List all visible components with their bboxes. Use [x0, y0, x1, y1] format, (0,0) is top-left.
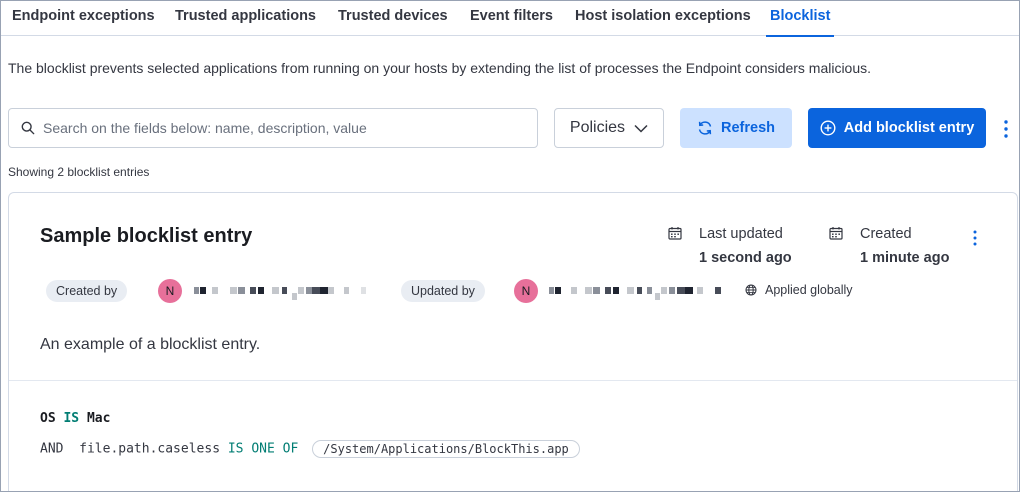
- and-keyword: AND: [40, 441, 64, 457]
- tab-endpoint-exceptions[interactable]: Endpoint exceptions: [12, 1, 155, 36]
- condition-path: AND file.path.caseless IS ONE OF /System…: [40, 440, 580, 458]
- updated-by-user-redacted: [549, 287, 724, 303]
- created-by-avatar: N: [158, 279, 182, 303]
- add-blocklist-entry-button[interactable]: Add blocklist entry: [808, 108, 986, 148]
- policies-dropdown[interactable]: Policies: [554, 108, 664, 148]
- tab-host-isolation-exceptions[interactable]: Host isolation exceptions: [575, 1, 751, 36]
- refresh-button[interactable]: Refresh: [680, 108, 792, 148]
- search-icon: [21, 121, 35, 135]
- policies-label: Policies: [569, 119, 626, 136]
- more-options-icon[interactable]: [999, 118, 1013, 140]
- results-count: Showing 2 blocklist entries: [8, 165, 150, 179]
- created-value: 1 minute ago: [860, 250, 950, 266]
- tab-trusted-devices[interactable]: Trusted devices: [338, 1, 448, 36]
- created-by-user-redacted: [194, 287, 369, 303]
- entry-actions-icon[interactable]: [968, 229, 982, 247]
- app-window: Endpoint exceptions Trusted applications…: [0, 0, 1020, 492]
- refresh-label: Refresh: [721, 120, 775, 136]
- blocklist-entry-card: Sample blocklist entry Last updated 1 se…: [8, 192, 1018, 491]
- updated-by-badge: Updated by: [401, 280, 485, 302]
- calendar-icon: [668, 227, 682, 240]
- last-updated-value: 1 second ago: [699, 250, 792, 266]
- tab-trusted-applications[interactable]: Trusted applications: [175, 1, 316, 36]
- updated-by-avatar: N: [514, 279, 538, 303]
- condition-field: file.path.caseless: [79, 441, 221, 457]
- created-by-badge: Created by: [46, 280, 128, 302]
- search-box[interactable]: [8, 108, 538, 148]
- created-label: Created: [860, 226, 912, 242]
- tab-blocklist[interactable]: Blocklist: [765, 1, 835, 37]
- applied-label: Applied globally: [765, 283, 853, 297]
- search-input[interactable]: [43, 109, 523, 147]
- last-updated-label: Last updated: [699, 226, 783, 242]
- tab-event-filters[interactable]: Event filters: [470, 1, 553, 36]
- page-description: The blocklist prevents selected applicat…: [8, 60, 872, 76]
- condition-value-pill: /System/Applications/BlockThis.app: [312, 440, 580, 458]
- applied-globally: Applied globally: [745, 283, 853, 297]
- entry-title: Sample blocklist entry: [40, 225, 253, 247]
- refresh-icon: [698, 121, 712, 135]
- os-value: Mac: [86, 411, 111, 426]
- plus-circle-icon: [820, 120, 836, 136]
- condition-os: OS IS Mac: [40, 411, 110, 426]
- condition-operator: IS ONE OF: [227, 441, 299, 457]
- calendar-icon: [829, 227, 843, 240]
- tab-bar: Endpoint exceptions Trusted applications…: [1, 1, 1019, 37]
- chevron-down-icon: [634, 124, 648, 133]
- add-label: Add blocklist entry: [843, 120, 975, 136]
- globe-icon: [745, 284, 757, 296]
- os-keyword: OS: [40, 411, 56, 426]
- divider: [9, 380, 1017, 381]
- os-operator: IS: [63, 411, 80, 426]
- entry-description: An example of a blocklist entry.: [40, 336, 261, 353]
